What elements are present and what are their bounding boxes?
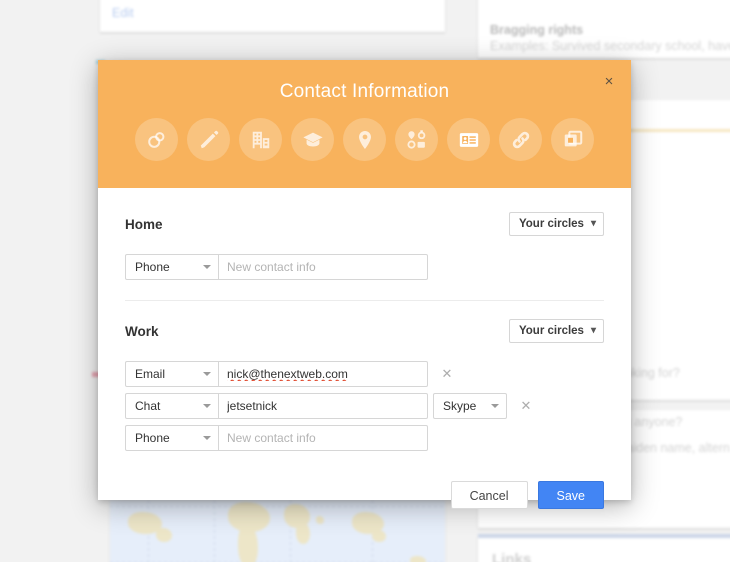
contact-value-input[interactable] (219, 425, 428, 451)
section-header: Work Your circles ▾ (125, 319, 604, 343)
contact-card-icon[interactable] (447, 118, 490, 161)
contact-field-row: Phone (125, 425, 604, 451)
map-landmass (296, 522, 310, 544)
contact-value-input[interactable] (219, 393, 428, 419)
background-fragment-3: maiden name, altern (616, 441, 730, 455)
contact-field-row: Chat Skype ✕ (125, 393, 604, 419)
edit-link[interactable]: Edit (112, 6, 134, 20)
map-gridline (214, 500, 215, 562)
cancel-button[interactable]: Cancel (450, 481, 528, 509)
dialog-body: Home Your circles ▾ Phone New contact in… (98, 188, 631, 451)
updown-icon: ▾ (590, 325, 596, 336)
field-type-label: Phone (135, 431, 170, 445)
field-type-select[interactable]: Email (125, 361, 219, 387)
pencil-icon[interactable] (187, 118, 230, 161)
copy-icon[interactable] (551, 118, 594, 161)
dialog-header: Contact Information × (98, 60, 631, 188)
dialog-actions: Cancel Save (98, 457, 631, 509)
chat-protocol-select[interactable]: Skype (433, 393, 507, 419)
links-card-title: Links (492, 551, 532, 562)
contact-information-dialog: Contact Information × Home Your circles … (98, 60, 631, 509)
remove-field-icon[interactable]: ✕ (519, 399, 533, 413)
section-title: Home (125, 216, 163, 232)
chat-protocol-label: Skype (443, 399, 477, 413)
contact-field-row: Phone (125, 254, 604, 280)
circles-icon[interactable] (135, 118, 178, 161)
relationship-icon[interactable] (395, 118, 438, 161)
field-type-select[interactable]: Phone (125, 254, 219, 280)
chevron-down-icon (203, 372, 211, 376)
bragging-rights-title: Bragging rights (490, 23, 584, 37)
location-map-card[interactable] (110, 500, 445, 562)
location-pin-icon[interactable] (343, 118, 386, 161)
visibility-select-work[interactable]: Your circles ▾ (508, 319, 604, 343)
links-card-top-bar (478, 534, 730, 538)
category-icon-row (98, 118, 631, 161)
contact-value-input[interactable] (219, 254, 428, 280)
bragging-rights-subtitle: Examples: Survived secondary school, hav… (490, 39, 730, 53)
visibility-select-home[interactable]: Your circles ▾ (508, 212, 604, 236)
map-landmass (410, 556, 426, 562)
visibility-label: Your circles (518, 218, 584, 230)
field-type-label: Email (135, 367, 166, 381)
link-chain-icon[interactable] (499, 118, 542, 161)
dialog-title: Contact Information (279, 81, 450, 102)
section-title: Work (125, 323, 159, 339)
chevron-down-icon (203, 404, 211, 408)
remove-field-icon[interactable]: ✕ (440, 367, 454, 381)
contact-field-row: Email ✕ (125, 361, 604, 387)
section-header: Home Your circles ▾ (125, 212, 604, 236)
field-type-select[interactable]: Phone (125, 425, 219, 451)
map-landmass (156, 528, 172, 542)
save-button[interactable]: Save (537, 481, 604, 509)
chevron-down-icon (203, 265, 211, 269)
background-fragment-2: g anyone? (624, 415, 683, 429)
map-landmass (316, 516, 324, 524)
building-icon[interactable] (239, 118, 282, 161)
chevron-down-icon (491, 404, 499, 408)
section-home: Home Your circles ▾ Phone (125, 212, 604, 280)
profile-card-top (100, 0, 445, 32)
section-work: Work Your circles ▾ Email ✕ (125, 319, 604, 451)
field-type-select[interactable]: Chat (125, 393, 219, 419)
updown-icon: ▾ (590, 218, 596, 229)
field-type-label: Chat (135, 399, 161, 413)
chevron-down-icon (203, 436, 211, 440)
contact-value-input[interactable] (219, 361, 428, 387)
section-divider (125, 300, 604, 301)
graduation-cap-icon[interactable] (291, 118, 334, 161)
map-landmass (372, 530, 386, 542)
field-type-label: Phone (135, 260, 170, 274)
screen: Edit Bragging rights Examples: Survived … (0, 0, 730, 562)
close-icon[interactable]: × (597, 70, 621, 94)
visibility-label: Your circles (518, 325, 584, 337)
